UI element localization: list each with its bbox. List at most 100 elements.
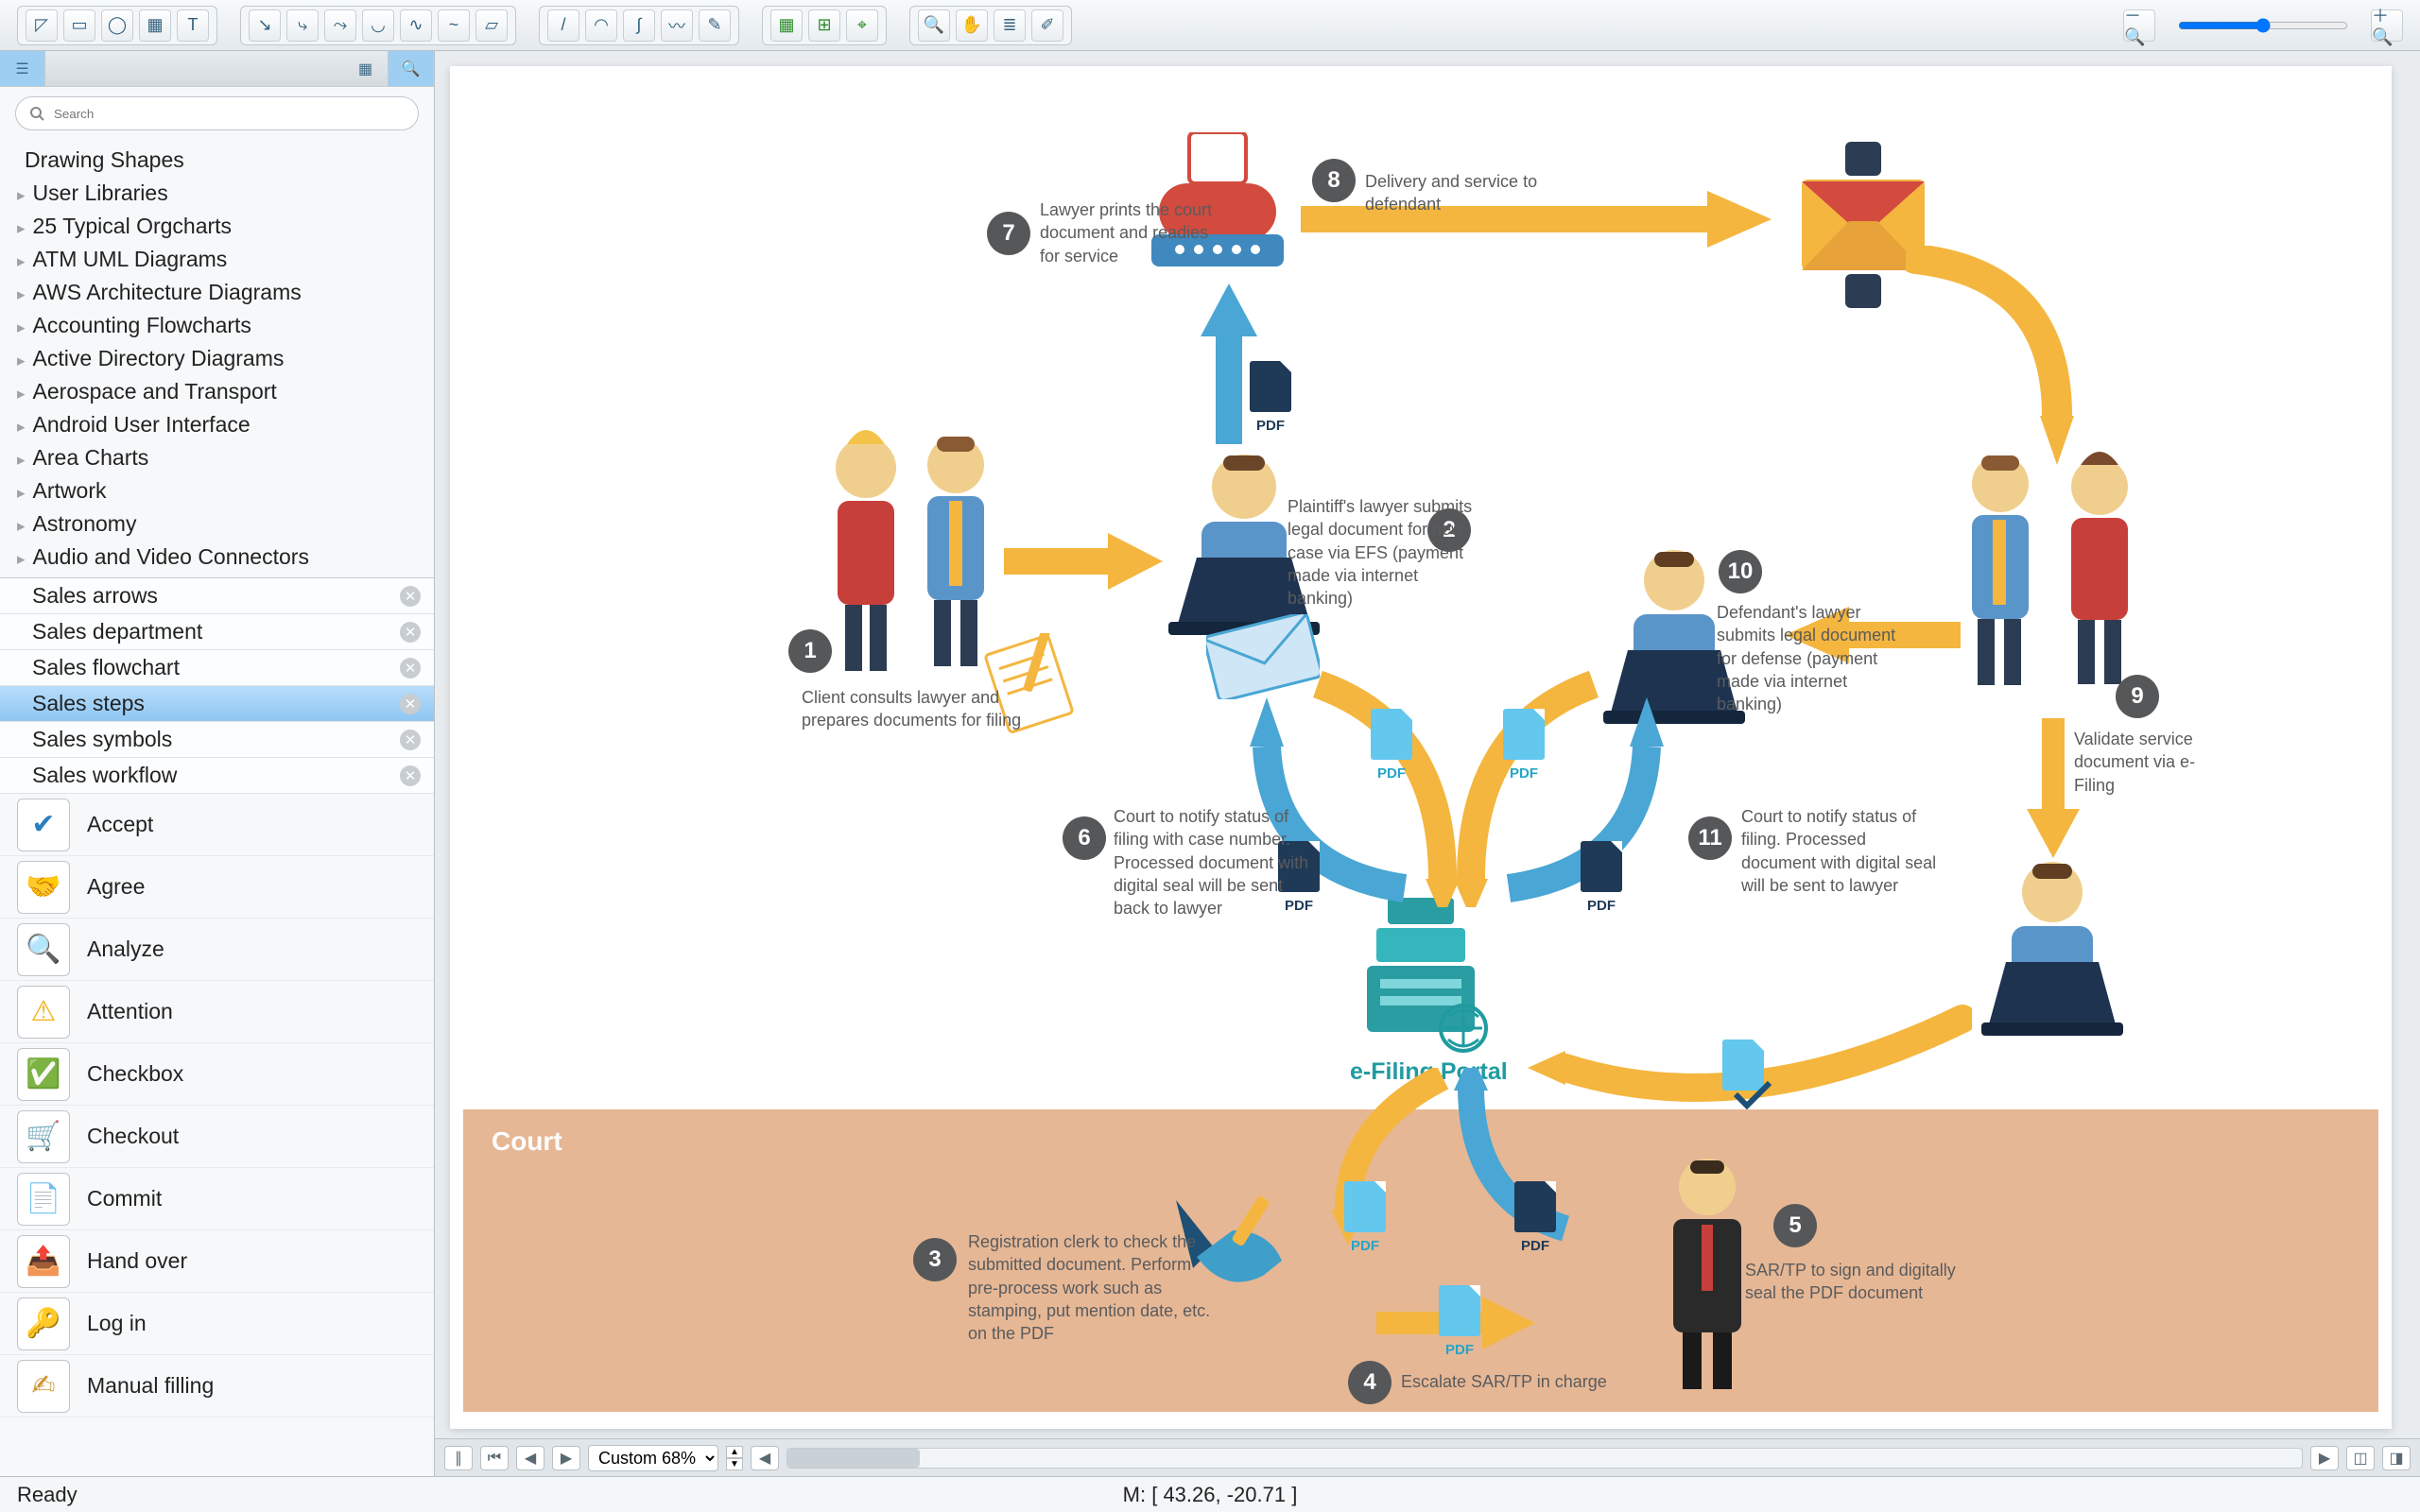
close-icon[interactable]: ✕ xyxy=(400,658,421,679)
tree-item[interactable]: Area Charts xyxy=(0,441,434,474)
fig-defendant-laptop xyxy=(1962,850,2142,1049)
hscroll-left[interactable]: ◀ xyxy=(751,1446,779,1470)
tool-text[interactable]: T xyxy=(177,9,209,42)
shape-item[interactable]: 📤Hand over xyxy=(0,1230,434,1293)
snap-object[interactable]: ⌖ xyxy=(846,9,878,42)
conn-curve[interactable]: ∿ xyxy=(400,9,432,42)
conn-arc[interactable]: ◡ xyxy=(362,9,394,42)
shape-thumb-icon: 📤 xyxy=(17,1235,70,1288)
drawing-canvas[interactable]: Court e-Filing Portal xyxy=(450,66,2392,1429)
tool-scribble[interactable]: ✎ xyxy=(699,9,731,42)
shape-label: Commit xyxy=(87,1186,162,1211)
library-tree[interactable]: Drawing Shapes User Libraries25 Typical … xyxy=(0,140,434,577)
tree-item[interactable]: Active Directory Diagrams xyxy=(0,342,434,375)
close-icon[interactable]: ✕ xyxy=(400,622,421,643)
library-set[interactable]: Sales arrows✕ xyxy=(0,578,434,614)
snap-grid[interactable]: ▦ xyxy=(770,9,803,42)
sidebar-tab-search[interactable]: 🔍 xyxy=(389,51,434,86)
library-set-label: Sales workflow xyxy=(32,763,177,788)
page-first[interactable]: ⏮ xyxy=(480,1446,509,1470)
shape-label: Checkout xyxy=(87,1124,179,1149)
tool-zoom[interactable]: 🔍 xyxy=(918,9,950,42)
step-note-8: Delivery and service to defendant xyxy=(1365,170,1611,216)
tree-item[interactable]: User Libraries xyxy=(0,177,434,210)
shape-label: Agree xyxy=(87,874,145,900)
shape-item[interactable]: 🤝Agree xyxy=(0,856,434,919)
conn-round[interactable]: ⤳ xyxy=(324,9,356,42)
library-set[interactable]: Sales symbols ✕ xyxy=(0,722,434,758)
library-set-label: Sales flowchart xyxy=(32,655,180,680)
tool-rect[interactable]: ▭ xyxy=(63,9,95,42)
shape-item[interactable]: 🔍Analyze xyxy=(0,919,434,981)
shape-item[interactable]: ✔︎Accept xyxy=(0,794,434,856)
hscroll-thumb[interactable] xyxy=(787,1449,920,1468)
tree-item[interactable]: Audio and Video Connectors xyxy=(0,541,434,574)
page-pause[interactable]: ∥ xyxy=(444,1446,473,1470)
snap-guides[interactable]: ⊞ xyxy=(808,9,840,42)
page-next[interactable]: ▶ xyxy=(552,1446,580,1470)
shape-label: Attention xyxy=(87,999,173,1024)
panel-toggle-b[interactable]: ◨ xyxy=(2382,1446,2411,1470)
tool-bezier[interactable]: 〰 xyxy=(661,9,693,42)
zoom-select[interactable]: Custom 68% xyxy=(588,1445,718,1471)
close-icon[interactable]: ✕ xyxy=(400,730,421,750)
shape-item[interactable]: ✍︎Manual filling xyxy=(0,1355,434,1418)
conn-spline[interactable]: ~ xyxy=(438,9,470,42)
status-coords: M: [ 43.26, -20.71 ] xyxy=(1123,1483,1298,1507)
zoom-spinner[interactable]: ▲▼ xyxy=(726,1446,743,1470)
shape-item[interactable]: ⚠︎Attention xyxy=(0,981,434,1043)
tree-item[interactable]: Astronomy xyxy=(0,507,434,541)
pdf-icon: PDF xyxy=(1497,709,1550,782)
zoom-in-button[interactable]: ＋🔍 xyxy=(2371,9,2403,42)
tree-item[interactable]: Android User Interface xyxy=(0,408,434,441)
tool-pan[interactable]: ✋ xyxy=(956,9,988,42)
sidebar-tabs: ☰ ▦ 🔍 xyxy=(0,51,434,87)
tool-layers[interactable]: ≣ xyxy=(994,9,1026,42)
zoom-slider[interactable] xyxy=(2178,18,2348,33)
zoom-out-button[interactable]: －🔍 xyxy=(2123,9,2155,42)
close-icon[interactable]: ✕ xyxy=(400,586,421,607)
step-note-3: Registration clerk to check the submitte… xyxy=(968,1230,1214,1345)
step-badge-10: 10 xyxy=(1719,550,1762,593)
library-set[interactable]: Sales steps✕ xyxy=(0,686,434,722)
close-icon[interactable]: ✕ xyxy=(400,765,421,786)
tool-arc[interactable]: ◠ xyxy=(585,9,617,42)
library-set[interactable]: Sales flowchart ✕ xyxy=(0,650,434,686)
tree-item[interactable]: Artwork xyxy=(0,474,434,507)
hscrollbar[interactable] xyxy=(786,1448,2303,1469)
sidebar-tab-grid[interactable]: ▦ xyxy=(343,51,389,86)
tree-item[interactable]: 25 Typical Orgcharts xyxy=(0,210,434,243)
tree-header[interactable]: Drawing Shapes xyxy=(0,144,434,177)
shape-item[interactable]: 📄 Commit xyxy=(0,1168,434,1230)
panel-toggle-a[interactable]: ◫ xyxy=(2346,1446,2375,1470)
tool-ellipse[interactable]: ◯ xyxy=(101,9,133,42)
pdf-icon: PDF xyxy=(1509,1181,1562,1254)
tool-line[interactable]: / xyxy=(547,9,579,42)
search-input[interactable] xyxy=(15,96,419,130)
shape-thumb-icon: 📄 xyxy=(17,1173,70,1226)
shape-item[interactable]: 🔑Log in xyxy=(0,1293,434,1355)
sidebar-tab-libraries[interactable]: ☰ xyxy=(0,51,45,86)
tree-item[interactable]: Aerospace and Transport xyxy=(0,375,434,408)
tree-item[interactable]: Accounting Flowcharts xyxy=(0,309,434,342)
tree-item[interactable]: ATM UML Diagrams xyxy=(0,243,434,276)
tree-item[interactable]: AWS Architecture Diagrams xyxy=(0,276,434,309)
close-icon[interactable]: ✕ xyxy=(400,694,421,714)
shape-item[interactable]: ✅Checkbox xyxy=(0,1043,434,1106)
tool-page[interactable]: ▱ xyxy=(475,9,508,42)
shape-thumb-icon: 🔍 xyxy=(17,923,70,976)
conn-smart[interactable]: ⤷ xyxy=(286,9,319,42)
tool-select[interactable]: ◸ xyxy=(26,9,58,42)
library-set[interactable]: Sales workflow ✕ xyxy=(0,758,434,794)
tool-table[interactable]: ▦ xyxy=(139,9,171,42)
tool-spline[interactable]: ∫ xyxy=(623,9,655,42)
canvas-viewport[interactable]: Court e-Filing Portal xyxy=(435,51,2420,1476)
library-set[interactable]: Sales department✕ xyxy=(0,614,434,650)
page-prev[interactable]: ◀ xyxy=(516,1446,544,1470)
tool-eyedrop[interactable]: ✐ xyxy=(1031,9,1063,42)
step-note-4: Escalate SAR/TP in charge xyxy=(1401,1370,1607,1393)
hscroll-right[interactable]: ▶ xyxy=(2310,1446,2339,1470)
library-set-label: Sales symbols xyxy=(32,727,172,752)
shape-item[interactable]: 🛒Checkout xyxy=(0,1106,434,1168)
conn-direct[interactable]: ↘ xyxy=(249,9,281,42)
